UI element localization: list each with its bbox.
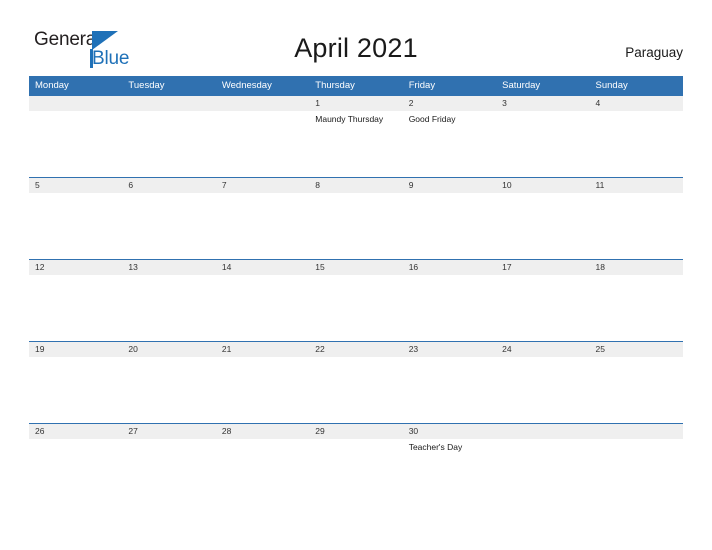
day-event: Good Friday — [408, 114, 456, 124]
day-number[interactable]: 11 — [590, 178, 683, 193]
day-event — [122, 357, 215, 423]
week-event-band: Teacher's Day — [29, 439, 683, 505]
day-event — [590, 439, 683, 505]
day-number[interactable]: 5 — [29, 178, 122, 193]
day-number[interactable]: 20 — [122, 342, 215, 357]
week-event-band — [29, 357, 683, 423]
day-number[interactable]: 25 — [590, 342, 683, 357]
day-number[interactable]: 1 — [309, 96, 402, 111]
day-event — [496, 357, 589, 423]
day-number[interactable]: 12 — [29, 260, 122, 275]
day-event — [309, 357, 402, 423]
day-event — [496, 193, 589, 259]
day-event — [216, 439, 309, 505]
week-date-band: 26 27 28 29 30 — [29, 424, 683, 439]
day-event — [216, 193, 309, 259]
day-number[interactable] — [29, 96, 122, 111]
day-number[interactable]: 22 — [309, 342, 402, 357]
week-row: 19 20 21 22 23 24 25 — [29, 341, 683, 423]
day-event — [496, 275, 589, 341]
day-event — [403, 193, 496, 259]
week-event-band: Maundy Thursday Good Friday — [29, 111, 683, 177]
day-number[interactable] — [590, 424, 683, 439]
week-row: 12 13 14 15 16 17 18 — [29, 259, 683, 341]
day-number[interactable]: 26 — [29, 424, 122, 439]
day-event — [216, 275, 309, 341]
day-number[interactable]: 21 — [216, 342, 309, 357]
weekday-header-monday: Monday — [35, 80, 69, 91]
week-row: 5 6 7 8 9 10 11 — [29, 177, 683, 259]
day-event — [309, 275, 402, 341]
day-number[interactable] — [216, 96, 309, 111]
day-event — [590, 111, 683, 177]
country-label: Paraguay — [625, 45, 683, 60]
day-number[interactable]: 18 — [590, 260, 683, 275]
day-event — [590, 357, 683, 423]
day-event: Maundy Thursday — [315, 114, 384, 124]
week-row: 1 2 3 4 Maundy Thursday Good Friday — [29, 95, 683, 177]
day-number[interactable]: 2 — [403, 96, 496, 111]
week-date-band: 19 20 21 22 23 24 25 — [29, 342, 683, 357]
week-event-band — [29, 275, 683, 341]
day-event — [590, 275, 683, 341]
page-title: April 2021 — [294, 33, 418, 63]
day-event — [122, 275, 215, 341]
day-event — [496, 111, 589, 177]
day-number[interactable]: 4 — [590, 96, 683, 111]
day-number[interactable]: 3 — [496, 96, 589, 111]
day-number[interactable]: 15 — [309, 260, 402, 275]
day-event — [309, 439, 402, 505]
weekday-header-wednesday: Wednesday — [221, 80, 272, 91]
day-number[interactable]: 6 — [122, 178, 215, 193]
day-event — [29, 439, 122, 505]
day-number[interactable]: 14 — [216, 260, 309, 275]
day-number[interactable] — [122, 96, 215, 111]
day-event — [122, 439, 215, 505]
weekday-header-saturday: Saturday — [502, 80, 541, 91]
day-event — [29, 357, 122, 423]
weekday-header-row: Monday Tuesday Wednesday Thursday Friday… — [29, 76, 683, 95]
day-number[interactable]: 9 — [403, 178, 496, 193]
week-date-band: 12 13 14 15 16 17 18 — [29, 260, 683, 275]
day-event — [496, 439, 589, 505]
day-event: Teacher's Day — [408, 442, 463, 452]
day-event — [29, 275, 122, 341]
day-event — [122, 193, 215, 259]
weekday-header-tuesday: Tuesday — [128, 80, 165, 91]
day-number[interactable]: 29 — [309, 424, 402, 439]
calendar-grid: Monday Tuesday Wednesday Thursday Friday… — [29, 76, 683, 505]
day-number[interactable]: 7 — [216, 178, 309, 193]
day-number[interactable]: 28 — [216, 424, 309, 439]
week-row: 26 27 28 29 30 Teacher's Day — [29, 423, 683, 505]
day-event — [403, 357, 496, 423]
week-event-band — [29, 193, 683, 259]
weekday-header-thursday: Thursday — [315, 80, 355, 91]
day-number[interactable]: 24 — [496, 342, 589, 357]
week-date-band: 5 6 7 8 9 10 11 — [29, 178, 683, 193]
day-number[interactable]: 19 — [29, 342, 122, 357]
day-number[interactable] — [496, 424, 589, 439]
weekday-header-friday: Friday — [408, 80, 436, 91]
page-header: General Blue April 2021 Paraguay — [0, 0, 712, 76]
day-event — [590, 193, 683, 259]
day-event — [29, 111, 122, 177]
day-number[interactable]: 23 — [403, 342, 496, 357]
day-event — [216, 111, 309, 177]
day-event — [309, 193, 402, 259]
day-number[interactable]: 30 — [403, 424, 496, 439]
day-number[interactable]: 8 — [309, 178, 402, 193]
day-number[interactable]: 17 — [496, 260, 589, 275]
day-number[interactable]: 16 — [403, 260, 496, 275]
day-event — [29, 193, 122, 259]
day-number[interactable]: 13 — [122, 260, 215, 275]
day-event — [216, 357, 309, 423]
weekday-header-sunday: Sunday — [595, 80, 628, 91]
day-number[interactable]: 10 — [496, 178, 589, 193]
day-event — [403, 275, 496, 341]
week-date-band: 1 2 3 4 — [29, 96, 683, 111]
day-event — [122, 111, 215, 177]
day-number[interactable]: 27 — [122, 424, 215, 439]
